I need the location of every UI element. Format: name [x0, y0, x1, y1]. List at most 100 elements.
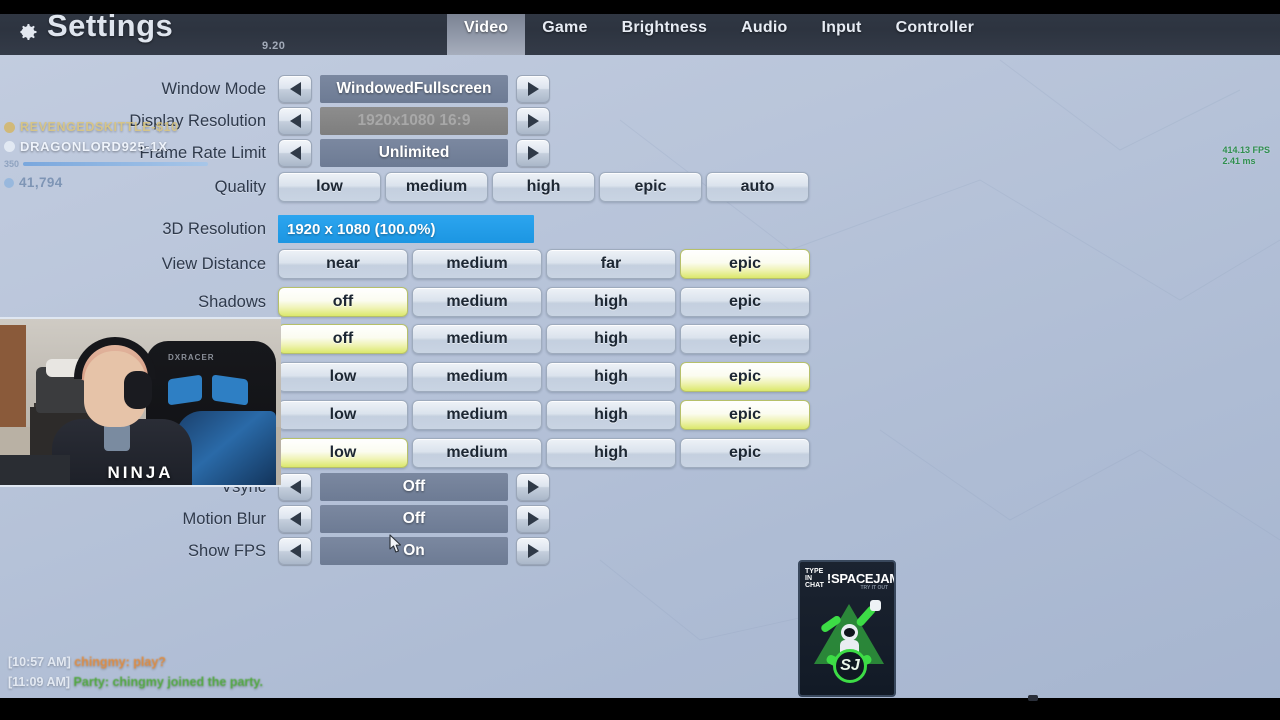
chevron-left-icon: [289, 146, 301, 160]
header-subtitle: 9.20: [262, 40, 286, 52]
row-shadows: Shadows off medium high epic: [78, 287, 810, 317]
display-resolution-next-button[interactable]: [516, 107, 550, 135]
anti-aliasing-options: off medium high epic: [278, 324, 810, 354]
effects-option-epic[interactable]: epic: [680, 400, 810, 430]
post-processing-option-high[interactable]: high: [546, 438, 676, 468]
chat-timestamp: [11:09 AM]: [8, 675, 71, 689]
3d-resolution-slider[interactable]: 1920 x 1080 (100.0%): [278, 215, 534, 243]
window-mode-value[interactable]: WindowedFullscreen: [320, 75, 508, 103]
shadows-options: off medium high epic: [278, 287, 810, 317]
shadows-option-off[interactable]: off: [278, 287, 408, 317]
label-shadows: Shadows: [198, 292, 266, 311]
vsync-value[interactable]: Off: [320, 473, 508, 501]
webcam-person-shirt: [104, 423, 130, 451]
effects-options: low medium high epic: [278, 400, 810, 430]
chevron-right-icon: [527, 146, 539, 160]
post-processing-option-low[interactable]: low: [278, 438, 408, 468]
astronaut-glove: [870, 600, 881, 611]
view-distance-option-medium[interactable]: medium: [412, 249, 542, 279]
label-view-distance: View Distance: [161, 254, 266, 273]
chat-line-1: [10:57 AM] chingmy: play?: [8, 652, 263, 672]
view-distance-option-far[interactable]: far: [546, 249, 676, 279]
streamer-name: NINJA: [107, 463, 174, 482]
goal-progress: 350: [4, 159, 209, 169]
motion-blur-value[interactable]: Off: [320, 505, 508, 533]
anti-aliasing-option-off[interactable]: off: [278, 324, 408, 354]
chair-accent-right: [212, 374, 248, 406]
anti-aliasing-option-high[interactable]: high: [546, 324, 676, 354]
frame-rate-limit-prev-button[interactable]: [278, 139, 312, 167]
goal-progress-bar: [23, 162, 209, 166]
frame-rate-limit-value[interactable]: Unlimited: [320, 139, 508, 167]
quality-option-high[interactable]: high: [492, 172, 595, 202]
textures-option-high[interactable]: high: [546, 362, 676, 392]
chat-message: chingmy: play?: [74, 655, 166, 669]
headphone-cup: [124, 371, 152, 409]
chevron-right-icon: [527, 114, 539, 128]
webcam-door: [0, 325, 26, 435]
textures-option-medium[interactable]: medium: [412, 362, 542, 392]
shadows-option-epic[interactable]: epic: [680, 287, 810, 317]
fps-value: 414.13 FPS: [1222, 145, 1270, 155]
view-distance-option-epic[interactable]: epic: [680, 249, 810, 279]
display-resolution-prev-button[interactable]: [278, 107, 312, 135]
goal-count: 350: [4, 159, 20, 169]
post-processing-option-medium[interactable]: medium: [412, 438, 542, 468]
window-mode-next-button[interactable]: [516, 75, 550, 103]
gear-icon: [20, 23, 37, 41]
fps-counter: 414.13 FPS 2.41 ms: [1222, 145, 1270, 167]
ad-type-label: TYPE IN CHAT: [805, 568, 824, 589]
vsync-prev-button[interactable]: [278, 473, 312, 501]
game-settings-screen: Settings 9.20 Video Game Brightness Audi…: [0, 0, 1280, 720]
crown-icon: [4, 121, 15, 133]
letterbox-top: [0, 0, 1280, 14]
show-fps-prev-button[interactable]: [278, 537, 312, 565]
row-show-fps: Show FPS On: [78, 537, 550, 565]
quality-option-medium[interactable]: medium: [385, 172, 488, 202]
vsync-next-button[interactable]: [516, 473, 550, 501]
webcam-overlay: DXRACER NINJA: [0, 317, 281, 487]
effects-option-medium[interactable]: medium: [412, 400, 542, 430]
ad-command-title: !SPACEJAM: [826, 571, 896, 586]
effects-option-low[interactable]: low: [278, 400, 408, 430]
anti-aliasing-option-medium[interactable]: medium: [412, 324, 542, 354]
view-distance-option-near[interactable]: near: [278, 249, 408, 279]
chevron-right-icon: [527, 82, 539, 96]
quality-options: low medium high epic auto: [278, 172, 809, 202]
quality-option-epic[interactable]: epic: [599, 172, 702, 202]
window-mode-prev-button[interactable]: [278, 75, 312, 103]
points-icon: [4, 177, 14, 188]
motion-blur-next-button[interactable]: [516, 505, 550, 533]
chevron-left-icon: [289, 114, 301, 128]
ad-subtitle: TRY IT OUT: [860, 585, 889, 591]
frame-rate-limit-next-button[interactable]: [516, 139, 550, 167]
donation-2-text: DRAGONLORD925-1X: [20, 139, 168, 154]
donation-1-text: REVENGEDSKITTLE-$10: [20, 120, 179, 134]
chevron-right-icon: [527, 544, 539, 558]
post-processing-options: low medium high epic: [278, 438, 810, 468]
spacejam-ad-card: TYPE IN CHAT !SPACEJAM TRY IT OUT SJ: [798, 560, 896, 697]
row-3d-resolution: 3D Resolution 1920 x 1080 (100.0%): [78, 215, 806, 243]
show-fps-value[interactable]: On: [320, 537, 508, 565]
chevron-left-icon: [289, 544, 301, 558]
textures-options: low medium high epic: [278, 362, 810, 392]
post-processing-option-epic[interactable]: epic: [680, 438, 810, 468]
stream-donation-overlay: REVENGEDSKITTLE-$10 DRAGONLORD925-1X 350…: [4, 120, 209, 190]
shadows-option-medium[interactable]: medium: [412, 287, 542, 317]
label-window-mode: Window Mode: [161, 79, 266, 98]
points-value: 41,794: [19, 175, 63, 190]
textures-option-low[interactable]: low: [278, 362, 408, 392]
3d-resolution-value: 1920 x 1080 (100.0%): [287, 220, 436, 238]
anti-aliasing-option-epic[interactable]: epic: [680, 324, 810, 354]
astronaut-visor: [844, 628, 855, 637]
quality-option-auto[interactable]: auto: [706, 172, 809, 202]
chat-timestamp: [10:57 AM]: [8, 655, 71, 669]
quality-option-low[interactable]: low: [278, 172, 381, 202]
textures-option-epic[interactable]: epic: [680, 362, 810, 392]
effects-option-high[interactable]: high: [546, 400, 676, 430]
motion-blur-prev-button[interactable]: [278, 505, 312, 533]
letterbox-nub: [1028, 695, 1038, 701]
shadows-option-high[interactable]: high: [546, 287, 676, 317]
show-fps-next-button[interactable]: [516, 537, 550, 565]
display-resolution-value: 1920x1080 16:9: [320, 107, 508, 135]
